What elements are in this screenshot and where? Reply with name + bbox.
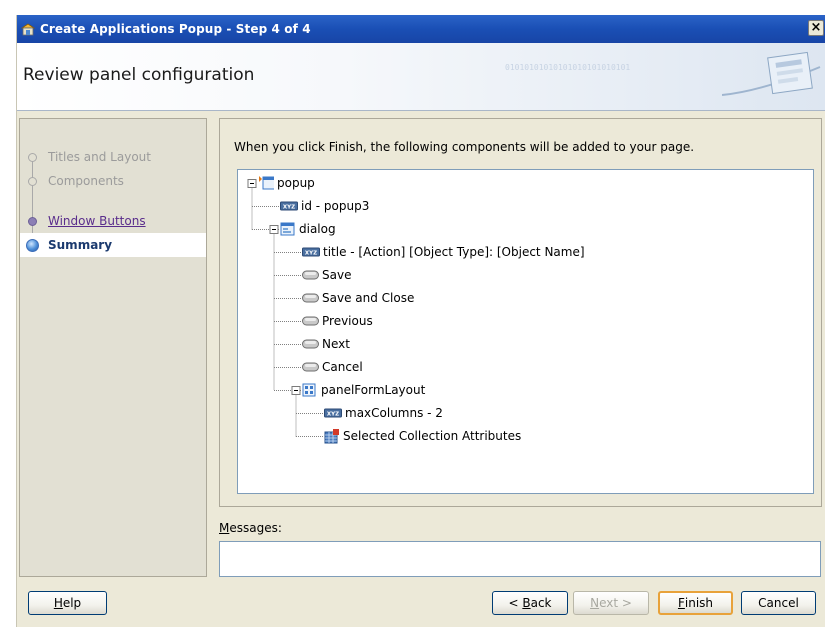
button-icon [302,316,319,325]
close-button[interactable]: × [808,20,824,36]
summary-panel: When you click Finish, the following com… [219,118,822,507]
step-indicator-icon [28,177,37,186]
dialog-window: Create Applications Popup - Step 4 of 4 … [16,15,825,627]
window-title: Create Applications Popup - Step 4 of 4 [40,22,311,36]
tree-node-label: maxColumns - 2 [345,406,443,420]
step-summary[interactable]: Summary [20,233,206,257]
tree-node-label: popup [277,176,315,190]
collapse-toggle-icon[interactable] [269,225,279,234]
header-graphic-icon [722,51,821,96]
tree-node[interactable]: Next [302,333,350,355]
title-bar[interactable]: Create Applications Popup - Step 4 of 4 … [17,15,825,43]
tree-node-label: Selected Collection Attributes [343,429,522,443]
tree-node-label: title - [Action] [Object Type]: [Object … [323,245,585,259]
messages-area[interactable] [219,541,821,577]
step-label: Summary [48,238,113,252]
wizard-header: Review panel configuration 0101010101010… [17,43,825,111]
button-icon [302,362,319,371]
step-indicator-icon [28,217,37,226]
tree-node-label: Next [322,337,350,351]
svg-text:XYZ: XYZ [305,250,317,256]
step-indicator-icon [28,153,37,162]
tree-node-label: Save [322,268,352,282]
tree-node-label: Cancel [322,360,363,374]
back-button[interactable]: < Back [492,591,568,615]
finish-button[interactable]: Finish [658,591,733,615]
tree-node-label: dialog [299,222,336,236]
button-icon [302,293,319,302]
step-components: Components [20,169,206,193]
wizard-steps-panel: Titles and Layout Components Window Button… [19,118,207,577]
dialog-icon [280,222,295,235]
tree-node[interactable]: XYZ id - popup3 [280,195,369,217]
close-icon: × [810,20,822,35]
step-indicator-icon [26,239,39,252]
summary-intro-text: When you click Finish, the following com… [234,140,695,154]
collapse-toggle-icon[interactable] [291,386,301,395]
tree-node[interactable]: panelFormLayout [302,379,425,401]
popup-icon [259,175,274,189]
attribute-icon: XYZ [324,408,342,417]
app-icon [20,23,36,36]
next-button[interactable]: Next > [573,591,649,615]
svg-text:XYZ: XYZ [327,411,339,417]
attribute-icon: XYZ [302,247,320,256]
messages-label: Messages: [219,521,282,535]
tree-node-label: id - popup3 [301,199,370,213]
step-label: Components [48,174,124,188]
svg-text:XYZ: XYZ [283,204,295,210]
tree-node[interactable]: Selected Collection Attributes [324,425,521,447]
button-icon [302,339,319,348]
tree-node[interactable]: Previous [302,310,373,332]
cancel-button[interactable]: Cancel [741,591,816,615]
tree-node[interactable]: XYZ title - [Action] [Object Type]: [Obje… [302,241,585,263]
page-title: Review panel configuration [23,65,255,85]
tree-node[interactable]: dialog [280,218,336,240]
step-label: Titles and Layout [48,150,151,164]
step-window-buttons[interactable]: Window Buttons [20,209,206,233]
button-icon [302,270,319,279]
attribute-icon: XYZ [280,201,298,210]
header-binary-text: 01010101010101010101010101 [505,63,631,72]
collection-icon [324,428,339,443]
tree-node-label: Save and Close [322,291,415,305]
tree-node-label: panelFormLayout [321,383,426,397]
tree-node[interactable]: XYZ maxColumns - 2 [324,402,443,424]
tree-node[interactable]: Save [302,264,351,286]
component-tree[interactable]: popup XYZ id - popup3 dialog XYZ title - [Act… [237,169,814,494]
tree-node[interactable]: Cancel [302,356,363,378]
step-label: Window Buttons [48,214,146,228]
help-button[interactable]: Help [28,591,107,615]
collapse-toggle-icon[interactable] [247,179,257,188]
tree-node[interactable]: popup [258,172,315,194]
step-titles-and-layout: Titles and Layout [20,145,206,169]
tree-node-label: Previous [322,314,373,328]
tree-node[interactable]: Save and Close [302,287,414,309]
form-layout-icon [302,383,316,396]
